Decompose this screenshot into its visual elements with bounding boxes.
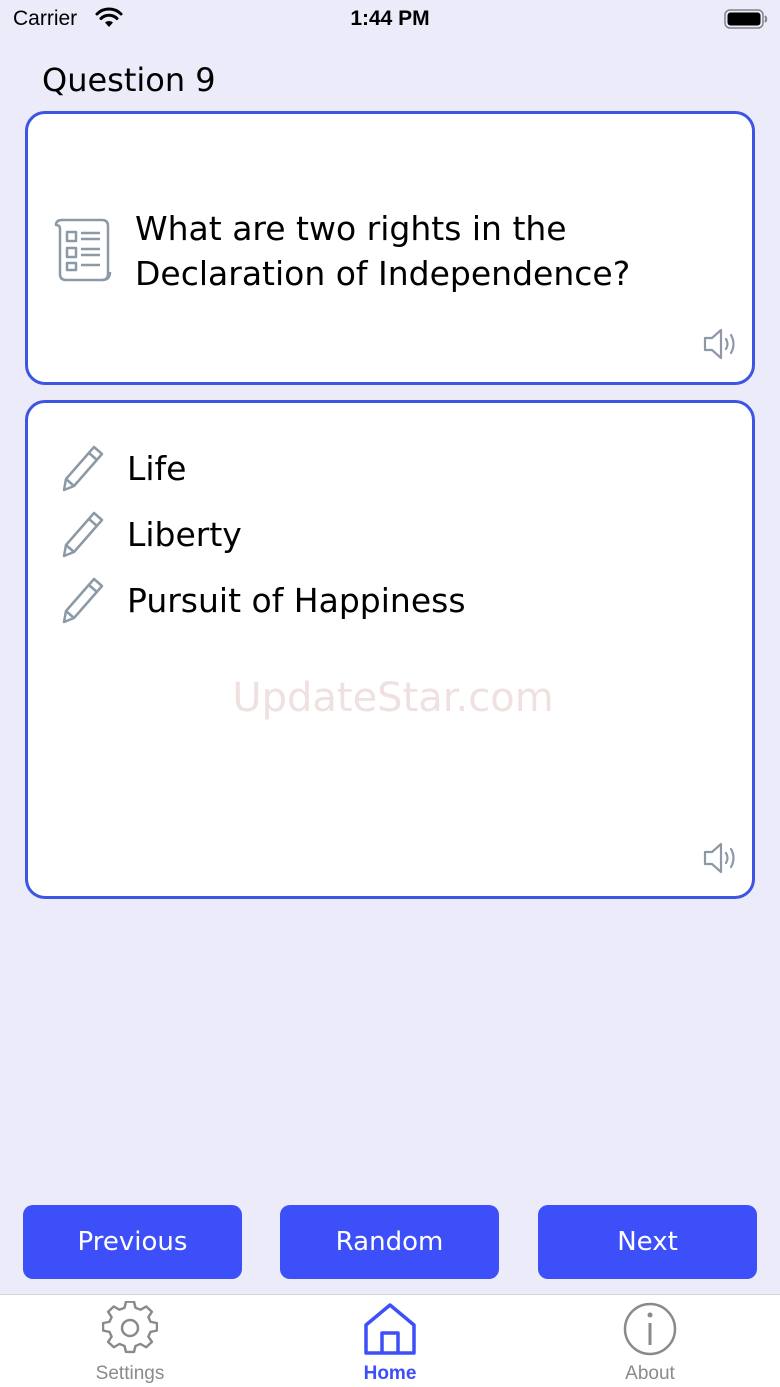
pencil-icon xyxy=(62,577,104,624)
answer-item: Pursuit of Happiness xyxy=(61,567,466,633)
tab-label: About xyxy=(625,1363,675,1384)
speaker-icon[interactable] xyxy=(702,327,740,361)
status-time: 1:44 PM xyxy=(350,7,430,30)
previous-button[interactable]: Previous xyxy=(23,1205,242,1279)
watermark: UpdateStar.com xyxy=(232,675,554,721)
battery-icon xyxy=(724,9,768,29)
scroll-icon xyxy=(54,218,112,282)
gear-icon xyxy=(102,1301,158,1354)
random-button[interactable]: Random xyxy=(280,1205,499,1279)
tab-settings[interactable]: Settings xyxy=(30,1295,230,1387)
answer-item: Life xyxy=(61,435,466,501)
question-title: Question 9 xyxy=(42,61,216,99)
next-button[interactable]: Next xyxy=(538,1205,757,1279)
info-icon xyxy=(623,1302,677,1356)
answer-text: Pursuit of Happiness xyxy=(127,580,466,620)
pencil-icon xyxy=(62,445,104,492)
tab-label: Settings xyxy=(95,1363,165,1384)
home-icon xyxy=(364,1303,416,1355)
screen: Carrier 1:44 PM Question 9 What are two … xyxy=(0,0,780,1387)
answer-text: Liberty xyxy=(127,514,242,554)
pencil-icon xyxy=(62,511,104,558)
answer-card: Life Liberty Pursuit of Happiness Update… xyxy=(25,400,755,899)
answer-list: Life Liberty Pursuit of Happiness xyxy=(61,435,466,633)
question-text: What are two rights in the Declaration o… xyxy=(135,209,631,293)
question-card: What are two rights in the Declaration o… xyxy=(25,111,755,385)
answer-item: Liberty xyxy=(61,501,466,567)
tab-home[interactable]: Home xyxy=(290,1295,490,1387)
speaker-icon[interactable] xyxy=(702,841,740,875)
tab-about[interactable]: About xyxy=(550,1295,750,1387)
answer-text: Life xyxy=(127,448,187,488)
tab-bar: Settings Home About xyxy=(0,1294,780,1387)
status-bar: Carrier 1:44 PM xyxy=(0,0,780,40)
tab-label: Home xyxy=(363,1363,417,1384)
